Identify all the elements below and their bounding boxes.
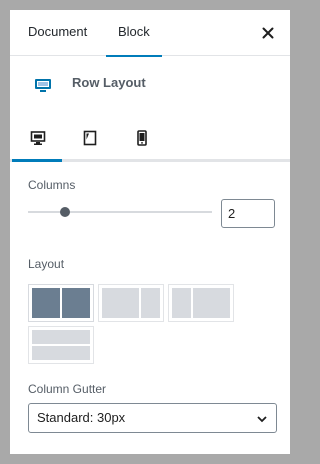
close-button[interactable] — [258, 23, 278, 43]
tab-mobile[interactable] — [116, 118, 166, 159]
layout-label: Layout — [28, 257, 65, 271]
layout-segment — [62, 288, 90, 318]
layout-option-right-heavy[interactable] — [168, 284, 234, 322]
layout-segment — [172, 288, 191, 318]
desktop-icon — [30, 131, 46, 145]
column-gutter-select[interactable]: Standard: 30px — [28, 403, 277, 433]
layout-segment — [32, 330, 90, 344]
block-card: Row Layout — [10, 56, 290, 116]
columns-slider-thumb[interactable] — [59, 207, 70, 217]
columns-slider-track[interactable] — [28, 211, 212, 213]
layout-segment — [32, 288, 60, 318]
layout-segment — [192, 288, 230, 318]
tab-document[interactable]: Document — [28, 10, 87, 56]
layout-segment — [102, 288, 140, 318]
tab-tablet[interactable] — [64, 118, 114, 159]
block-title: Row Layout — [72, 75, 146, 90]
close-icon — [262, 27, 274, 39]
tablet-icon — [83, 130, 97, 146]
columns-label: Columns — [28, 178, 76, 192]
column-gutter-label: Column Gutter — [28, 382, 107, 396]
layout-option-collapse-rows[interactable] — [28, 326, 94, 364]
layout-option-equal-halves[interactable] — [28, 284, 94, 322]
tab-desktop[interactable] — [12, 118, 62, 162]
block-inspector-panel: Document Block Row Layout Columns 2 Layo… — [10, 10, 290, 454]
layout-segment — [141, 288, 160, 318]
layout-option-left-heavy[interactable] — [98, 284, 164, 322]
columns-number-input[interactable] — [221, 199, 275, 228]
sidebar-header-tabs: Document Block — [10, 10, 290, 57]
tab-block-label: Block — [118, 24, 150, 39]
active-device-indicator — [12, 159, 62, 162]
chevron-down-icon — [257, 416, 267, 423]
device-tabs — [10, 118, 290, 162]
tab-block[interactable]: Block — [106, 10, 162, 57]
layout-segment — [32, 346, 90, 360]
row-layout-icon — [35, 79, 51, 92]
mobile-icon — [137, 130, 147, 146]
column-gutter-value: Standard: 30px — [37, 410, 126, 425]
